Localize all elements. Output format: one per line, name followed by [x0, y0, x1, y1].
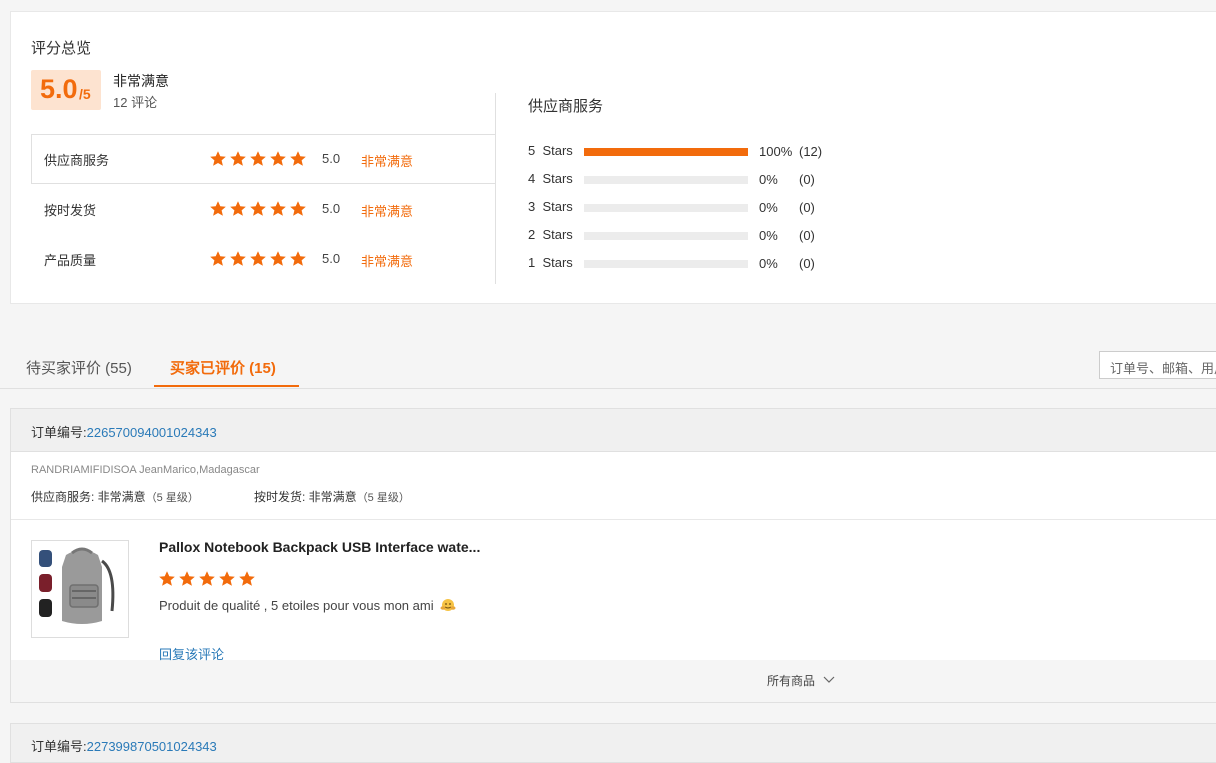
- overall-score-max: /5: [79, 86, 91, 102]
- distribution-count: (0): [799, 172, 815, 187]
- product-image[interactable]: [31, 540, 129, 638]
- hug-emoji-icon: [440, 599, 456, 611]
- distribution-percent: 0%: [759, 200, 778, 215]
- review-comment: Produit de qualité , 5 etoiles pour vous…: [159, 598, 456, 613]
- review-tabs: 待买家评价 (55) 买家已评价 (15): [0, 340, 1216, 389]
- buyer-info: RANDRIAMIFIDISOA JeanMarico,Madagascar: [31, 464, 260, 476]
- order-divider: [11, 519, 1216, 520]
- shipping-label: 按时发货:: [254, 490, 309, 504]
- tab-buyer-reviewed[interactable]: 买家已评价 (15): [170, 357, 276, 378]
- star-icon: [250, 251, 266, 266]
- order-number-link[interactable]: 227399870501024343: [87, 739, 217, 754]
- rating-row-service: 供应商服务 5.0 非常满意: [31, 134, 495, 184]
- star-icon: [250, 201, 266, 216]
- rating-row-text: 非常满意: [361, 204, 414, 219]
- star-icon: [270, 151, 286, 166]
- overall-score: 5.0: [40, 74, 78, 104]
- shipping-value: 非常满意: [308, 490, 357, 504]
- distribution-percent: 100%: [759, 144, 793, 159]
- star-icon: [210, 151, 226, 166]
- rating-row-text: 非常满意: [361, 254, 414, 269]
- rating-row-stars: [209, 150, 307, 168]
- shipping-rating-line: 按时发货: 非常满意（5 星级）: [254, 488, 410, 505]
- rating-row-label: 产品质量: [44, 253, 97, 268]
- product-stars: [158, 570, 256, 588]
- rating-row-score: 5.0: [322, 201, 341, 216]
- rating-row-shipping: 按时发货 5.0 非常满意: [31, 184, 495, 234]
- rating-row-label: 按时发货: [44, 203, 97, 218]
- order-number-label: 订单编号:: [31, 739, 87, 754]
- rating-row-quality: 产品质量 5.0 非常满意: [31, 234, 495, 284]
- star-icon: [290, 201, 306, 216]
- rating-row-stars: [209, 250, 307, 268]
- star-icon: [230, 151, 246, 166]
- tab-pending-reviews[interactable]: 待买家评价 (55): [26, 357, 132, 378]
- distribution-bar-track: [584, 148, 748, 156]
- distribution-percent: 0%: [759, 172, 778, 187]
- rating-row-label: 供应商服务: [44, 153, 110, 168]
- distribution-bar-track: [584, 204, 748, 212]
- distribution-bar-track: [584, 260, 748, 268]
- all-products-label: 所有商品: [767, 674, 816, 688]
- reply-review-link[interactable]: 回复该评论: [159, 644, 224, 663]
- distribution-label: 1 Stars: [528, 255, 573, 270]
- star-icon: [179, 571, 195, 586]
- star-icon: [239, 571, 255, 586]
- shipping-level: （5 星级）: [356, 492, 410, 504]
- star-icon: [159, 571, 175, 586]
- distribution-bar-track: [584, 232, 748, 240]
- distribution-label: 2 Stars: [528, 227, 573, 242]
- order-footer: [11, 660, 1216, 702]
- star-icon: [210, 201, 226, 216]
- order-number-label: 订单编号:: [31, 425, 87, 440]
- backpack-image-icon: [39, 547, 115, 624]
- star-icon: [210, 251, 226, 266]
- distribution-label: 5 Stars: [528, 143, 573, 158]
- rating-row-stars: [209, 200, 307, 218]
- service-rating-line: 供应商服务: 非常满意（5 星级）: [31, 488, 199, 505]
- service-label: 供应商服务:: [31, 490, 98, 504]
- summary-divider: [495, 93, 496, 284]
- overall-score-badge: 5.0 /5: [31, 70, 101, 110]
- rating-row-text: 非常满意: [361, 154, 414, 169]
- distribution-label: 4 Stars: [528, 171, 573, 186]
- star-icon: [290, 151, 306, 166]
- summary-title: 评分总览: [31, 40, 92, 57]
- distribution-label: 3 Stars: [528, 199, 573, 214]
- all-products-toggle[interactable]: 所有商品: [767, 672, 835, 689]
- star-icon: [290, 251, 306, 266]
- chevron-down-icon: [823, 676, 835, 683]
- star-icon: [219, 571, 235, 586]
- distribution-count: (12): [799, 144, 823, 159]
- product-title-link[interactable]: Pallox Notebook Backpack USB Interface w…: [159, 539, 480, 555]
- order-number-line: 订单编号:226570094001024343: [31, 422, 217, 441]
- review-count: 12 评论: [113, 95, 158, 110]
- star-icon: [250, 151, 266, 166]
- overall-satisfaction: 非常满意: [113, 73, 169, 89]
- star-icon: [270, 251, 286, 266]
- distribution-title: 供应商服务: [528, 98, 604, 115]
- review-comment-text: Produit de qualité , 5 etoiles pour vous…: [159, 598, 434, 613]
- distribution-count: (0): [799, 256, 815, 271]
- star-icon: [199, 571, 215, 586]
- rating-row-score: 5.0: [322, 151, 341, 166]
- star-icon: [230, 251, 246, 266]
- distribution-count: (0): [799, 200, 815, 215]
- distribution-bar-fill: [584, 148, 748, 156]
- star-icon: [270, 201, 286, 216]
- distribution-bar-track: [584, 176, 748, 184]
- service-level: （5 星级）: [145, 492, 199, 504]
- distribution-percent: 0%: [759, 228, 778, 243]
- service-value: 非常满意: [97, 490, 146, 504]
- distribution-percent: 0%: [759, 256, 778, 271]
- order-number-link[interactable]: 226570094001024343: [87, 425, 217, 440]
- search-input[interactable]: 订单号、邮箱、用户名: [1099, 351, 1216, 379]
- distribution-count: (0): [799, 228, 815, 243]
- tab-active-indicator: [154, 385, 299, 387]
- star-icon: [230, 201, 246, 216]
- rating-row-score: 5.0: [322, 251, 341, 266]
